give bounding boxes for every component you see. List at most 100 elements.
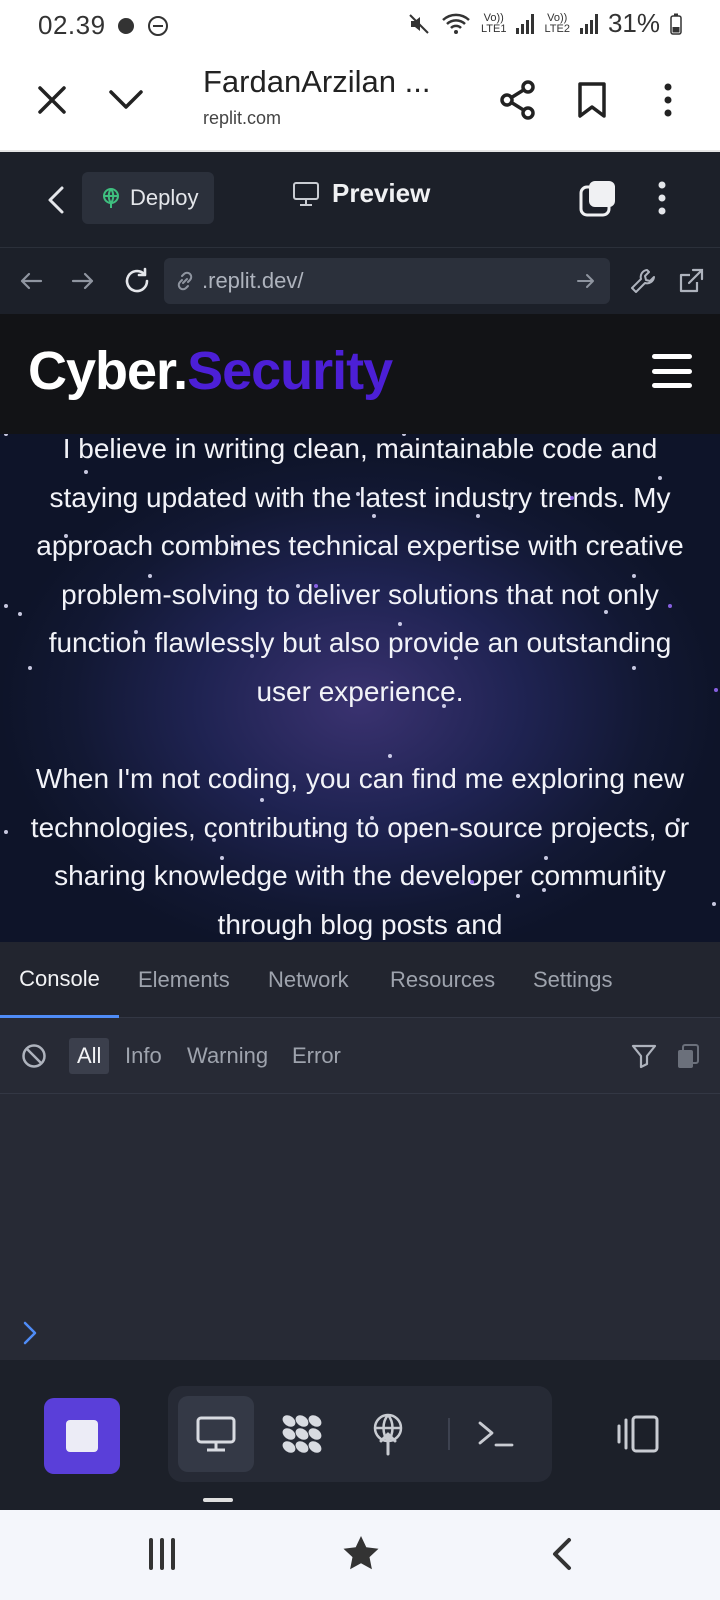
battery-percent: 31% xyxy=(607,8,660,38)
star-particle xyxy=(64,534,68,538)
tab-settings[interactable]: Settings xyxy=(533,942,613,1018)
filter-all[interactable]: All xyxy=(69,1038,110,1074)
sim2-label: Vo)) LTE2 xyxy=(544,11,570,35)
chevron-down-icon[interactable] xyxy=(104,78,148,122)
brand-part-1: Cyber. xyxy=(28,341,188,401)
about-section: I believe in writing clean, maintainable… xyxy=(0,434,720,942)
star-particle xyxy=(668,604,672,608)
page-title: FardanArzilan ... xyxy=(203,64,431,99)
nav-back-icon[interactable] xyxy=(14,264,48,298)
windows-icon[interactable] xyxy=(574,174,622,222)
monitor-icon xyxy=(293,181,319,206)
star-particle xyxy=(712,902,716,906)
signal1-icon xyxy=(516,13,535,34)
star-particle xyxy=(4,830,8,834)
about-paragraph-1: I believe in writing clean, maintainable… xyxy=(36,434,684,707)
sim1-label: Vo)) LTE1 xyxy=(480,11,507,35)
nav-forward-icon[interactable] xyxy=(66,264,100,298)
star-particle xyxy=(370,816,374,820)
star-particle xyxy=(250,654,254,658)
share-icon[interactable] xyxy=(494,76,542,124)
star-particle xyxy=(570,496,574,500)
copy-icon[interactable] xyxy=(672,1040,704,1072)
devtools-panel: Console Elements Network Resources Setti… xyxy=(0,942,720,1360)
mute-icon xyxy=(409,13,429,34)
preview-tool-monitor-icon[interactable] xyxy=(178,1396,254,1472)
tool-switcher xyxy=(168,1386,552,1482)
status-time: 02.39 xyxy=(38,10,106,40)
shell-icon[interactable] xyxy=(458,1396,534,1472)
filter-funnel-icon[interactable] xyxy=(628,1040,660,1072)
star-particle xyxy=(454,656,458,660)
apps-grid-icon[interactable] xyxy=(264,1396,340,1472)
star-particle xyxy=(442,704,446,708)
go-arrow-icon[interactable] xyxy=(576,271,596,291)
star-particle xyxy=(296,584,300,588)
star-particle xyxy=(542,888,546,892)
page-domain: replit.com xyxy=(203,108,282,128)
stop-icon xyxy=(66,1420,98,1452)
brand-part-2: Security xyxy=(187,341,393,401)
star-particle xyxy=(632,666,636,670)
recent-apps-icon[interactable] xyxy=(140,1532,184,1576)
system-back-icon[interactable] xyxy=(540,1532,584,1576)
preview-url-bar: .replit.dev/ xyxy=(0,248,720,314)
bookmark-icon[interactable] xyxy=(568,76,616,124)
open-external-icon[interactable] xyxy=(672,262,710,300)
url-text: .replit.dev/ xyxy=(202,268,304,293)
clear-console-icon[interactable] xyxy=(18,1040,50,1072)
devtools-tabs: Console Elements Network Resources Setti… xyxy=(0,942,720,1018)
wifi-icon xyxy=(442,13,470,34)
deploy-tool-icon[interactable] xyxy=(350,1396,426,1472)
toolbar-divider xyxy=(448,1418,450,1450)
panel-layout-icon[interactable] xyxy=(610,1406,666,1462)
back-icon[interactable] xyxy=(36,178,76,222)
filter-error[interactable]: Error xyxy=(292,1038,341,1074)
tab-elements[interactable]: Elements xyxy=(138,942,230,1018)
battery-icon xyxy=(670,13,682,35)
more-vertical-icon[interactable] xyxy=(642,174,682,222)
reload-icon[interactable] xyxy=(118,262,156,300)
star-particle xyxy=(508,506,512,510)
stop-button[interactable] xyxy=(44,1398,120,1474)
filter-warning[interactable]: Warning xyxy=(187,1038,268,1074)
preview-tab[interactable]: Preview xyxy=(292,178,430,209)
home-star-icon[interactable] xyxy=(338,1530,384,1576)
do-not-disturb-icon xyxy=(148,16,168,36)
deploy-icon xyxy=(103,188,119,208)
drag-handle[interactable] xyxy=(203,1498,233,1502)
star-particle xyxy=(604,610,608,614)
replit-header: Deploy Preview xyxy=(0,152,720,248)
signal2-icon xyxy=(579,13,598,34)
star-particle xyxy=(632,574,636,578)
star-particle xyxy=(220,856,224,860)
console-prompt-icon[interactable] xyxy=(22,1320,38,1353)
star-particle xyxy=(398,622,402,626)
menu-icon[interactable] xyxy=(652,354,692,388)
deploy-label: Deploy xyxy=(130,185,199,210)
star-particle xyxy=(234,542,238,546)
star-particle xyxy=(356,492,360,496)
site-logo[interactable]: Cyber.Security xyxy=(28,340,393,402)
notification-dot-icon xyxy=(118,18,134,34)
url-input[interactable]: .replit.dev/ xyxy=(164,258,610,304)
tab-resources[interactable]: Resources xyxy=(390,942,495,1018)
star-particle xyxy=(4,434,8,436)
tab-network[interactable]: Network xyxy=(268,942,349,1018)
more-options-icon[interactable] xyxy=(644,76,692,124)
preview-label: Preview xyxy=(332,178,431,208)
star-particle xyxy=(516,894,520,898)
star-particle xyxy=(372,514,376,518)
star-particle xyxy=(28,666,32,670)
close-icon[interactable] xyxy=(30,78,74,122)
devtools-wrench-icon[interactable] xyxy=(624,262,662,300)
tab-console[interactable]: Console xyxy=(0,942,119,1018)
star-particle xyxy=(212,838,216,842)
filter-info[interactable]: Info xyxy=(125,1038,162,1074)
star-particle xyxy=(84,470,88,474)
site-navbar: Cyber.Security xyxy=(0,314,720,434)
deploy-button[interactable]: Deploy xyxy=(82,172,214,224)
star-particle xyxy=(470,880,474,884)
replit-bottom-toolbar xyxy=(0,1360,720,1510)
star-particle xyxy=(714,688,718,692)
